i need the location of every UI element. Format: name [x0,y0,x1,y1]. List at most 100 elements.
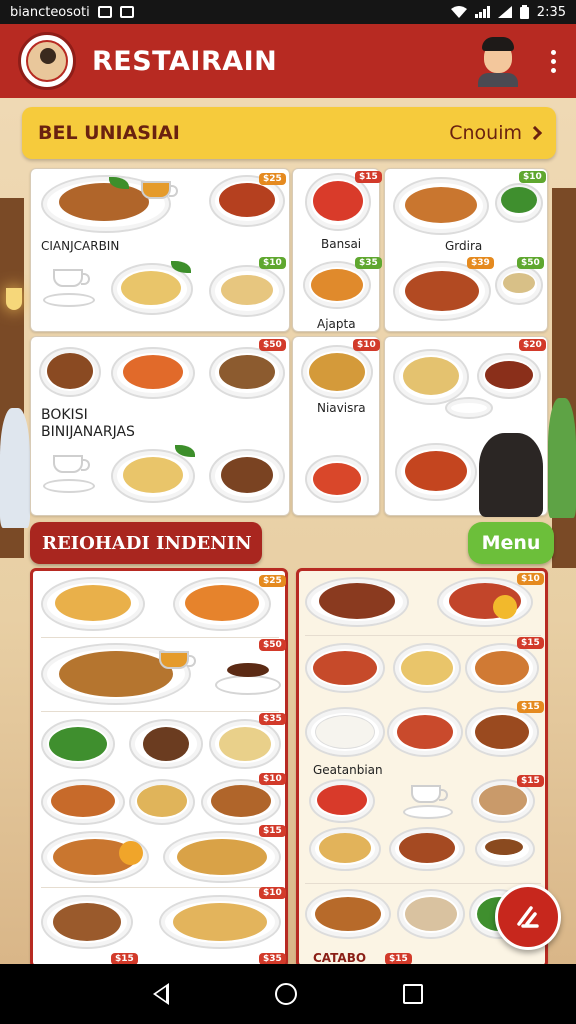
dish-food [121,271,181,305]
price-badge: $15 [517,637,544,649]
dish-label: Geatanbian [313,763,383,777]
avatar[interactable] [476,35,520,87]
sauce-bowl [485,839,523,855]
dish-food [185,585,259,621]
banner-action-label: Cnouim [449,122,522,144]
menu-panel: $15 Bansai $35 Ajapta [292,168,382,332]
coffee-cup-icon [53,269,90,287]
price-badge: $50 [517,257,544,269]
dish-food [503,273,535,293]
edit-icon [517,906,539,928]
dish-food [211,785,271,817]
dish-food [315,715,375,749]
kebab-menu-icon[interactable] [548,49,558,73]
banner-action-button[interactable]: Cnouim [449,122,543,144]
dish-food [319,583,395,619]
fab-action-icon[interactable] [495,884,561,950]
price-badge: $35 [259,713,286,725]
dish-food [219,355,275,389]
dish-food [405,897,457,931]
status-left-text: biancteosoti [10,4,90,20]
sauce-cup [159,651,196,669]
dish-food [405,451,467,491]
menu-panel: $50 BOKISI BINIJANARJAS [30,336,290,516]
price-badge: $25 [259,173,286,185]
menu-panel: $10 Niavisra [292,336,380,516]
dish-food [397,715,453,749]
price-badge: $10 [517,573,544,585]
dish-food [403,357,459,395]
dish-food [315,897,381,931]
dish-food [59,183,149,221]
saucer [43,479,95,493]
dish-food [313,181,363,221]
restaurant-scene: BEL UNIASIAI Cnouim $25 CIANJCARBIN $10 … [0,98,576,964]
dish-label: CIANJCARBIN [41,239,120,253]
diner-figure [479,433,543,517]
menu-panel: $20 [384,336,548,517]
nav-home-icon[interactable] [275,983,297,1005]
price-badge: $15 [517,701,544,713]
dish-food [311,269,363,301]
dish-label: Grdira [445,239,483,253]
dish-food [173,903,267,941]
dish-food [399,833,455,863]
wifi-icon [450,6,467,18]
image-icon [119,6,134,18]
price-badge: $50 [259,639,286,651]
menu-button[interactable]: Menu [468,522,554,564]
price-badge: $20 [519,339,546,351]
sauce-cup [141,181,178,199]
promo-banner[interactable]: BEL UNIASIAI Cnouim [22,107,556,159]
dish-label: Ajapta [317,317,356,331]
dish-food [479,785,527,815]
dish-food [475,651,529,685]
dish-food [221,275,273,305]
dish-food [123,355,183,389]
price-badge: $25 [259,575,286,587]
section-label: BOKISI BINIJANARJAS [41,407,135,440]
dish-label: CATABO [313,951,367,964]
dish-food [177,839,267,875]
banner-title: BEL UNIASIAI [38,122,180,144]
dish-food [47,353,93,389]
dish-food [219,183,275,217]
app-bar: RESTAIRAIN [0,24,576,98]
price-badge: $35 [259,953,286,964]
sauce-bowl [227,663,269,677]
dish-food [51,785,115,817]
battery-icon [519,5,529,19]
price-badge: $15 [111,953,138,964]
dish-food [475,715,529,749]
price-badge: $15 [517,775,544,787]
dish-food [485,361,533,389]
price-badge: $15 [259,825,286,837]
app-title: RESTAIRAIN [92,45,278,77]
signal-icon-2 [497,6,512,18]
coffee-cup-icon [53,455,90,473]
saucer [403,805,453,819]
menu-panel: $25 $50 $35 $10 $15 $10 $15 $35 [30,568,288,964]
lamp-icon [6,288,22,310]
section-title: REIOHADI INDENIN [30,522,262,564]
status-bar: biancteosoti 2:35 [0,0,576,24]
nav-recent-icon[interactable] [403,984,423,1004]
diner-figure [0,408,30,528]
status-time: 2:35 [536,4,566,20]
restaurant-logo[interactable] [18,32,76,90]
menu-panel: $25 CIANJCARBIN $10 [30,168,290,332]
dish-food [313,651,377,685]
price-badge: $15 [355,171,382,183]
price-badge: $15 [385,953,412,964]
dish-food [53,903,121,941]
dish-food [319,833,371,863]
nav-back-icon[interactable] [153,983,169,1005]
dish-food [221,457,273,493]
dish-food [313,463,361,495]
system-nav-bar [0,964,576,1024]
dish-food [501,187,537,213]
dish-plate[interactable] [445,397,493,419]
signal-icon [474,6,490,18]
menu-panel: $10 Grdira $39 $50 [384,168,548,332]
lime-garnish [119,841,143,865]
